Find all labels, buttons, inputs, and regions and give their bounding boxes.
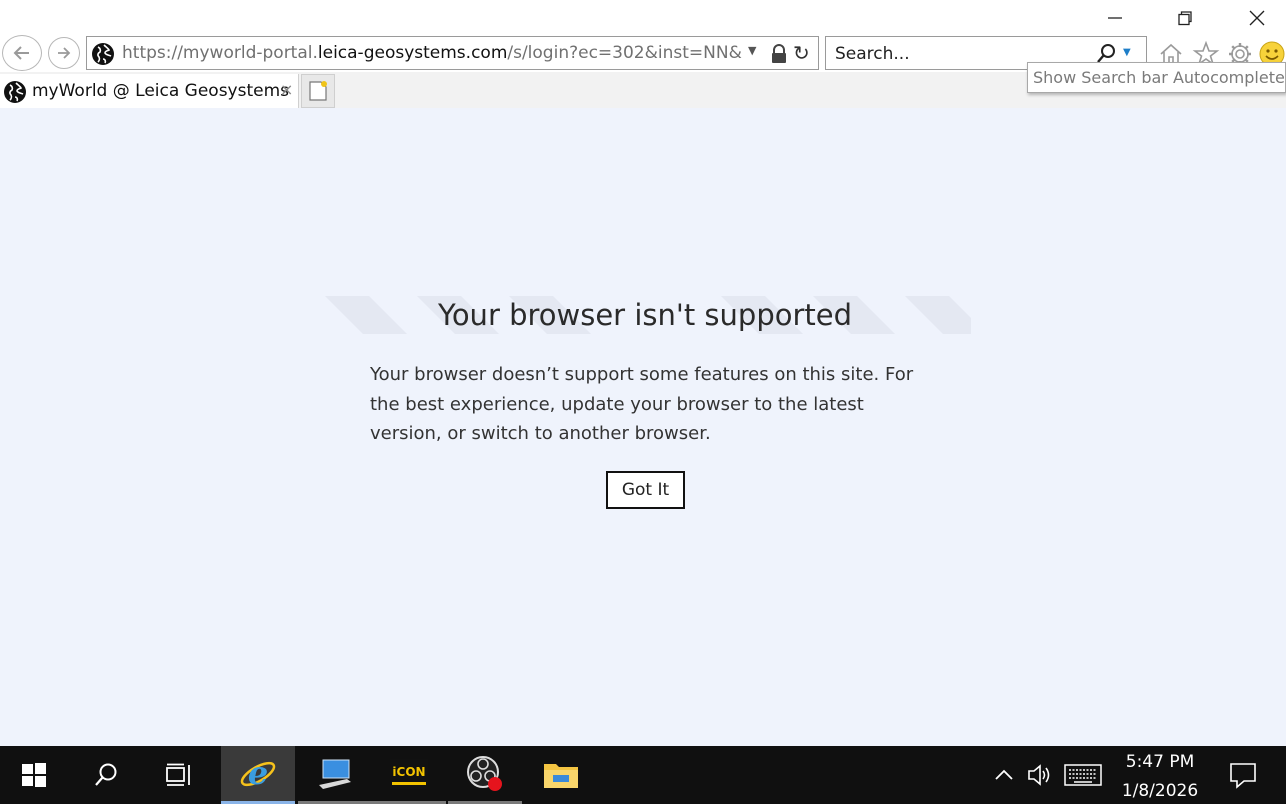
page-content: Your browser isn't supported Your browse…: [0, 108, 1286, 746]
restore-button[interactable]: [1162, 4, 1208, 32]
close-window-button[interactable]: [1234, 4, 1280, 32]
search-input[interactable]: Search...: [835, 44, 910, 64]
minimize-button[interactable]: [1092, 4, 1138, 32]
chevron-up-icon[interactable]: [992, 764, 1016, 786]
action-center-icon[interactable]: [1228, 760, 1258, 790]
new-tab-button[interactable]: [301, 74, 335, 108]
new-tab-icon: [309, 81, 327, 101]
arrow-right-icon: [58, 47, 71, 59]
search-icon: [95, 763, 117, 786]
tab-myworld[interactable]: myWorld @ Leica Geosystems ×: [0, 74, 299, 108]
back-button[interactable]: [2, 35, 42, 71]
file-explorer-taskbar-button[interactable]: [524, 746, 598, 804]
icon-app-taskbar-button[interactable]: iCON: [372, 746, 446, 804]
icon-app-icon: iCON: [390, 758, 428, 789]
minimize-icon: [1108, 17, 1122, 19]
search-dropdown-icon[interactable]: ▼: [1123, 47, 1131, 58]
task-view-button[interactable]: [145, 746, 213, 804]
forward-button[interactable]: [48, 37, 80, 69]
task-view-icon: [166, 763, 190, 786]
keyboard-icon[interactable]: [1064, 764, 1102, 786]
address-bar[interactable]: https://myworld-portal.leica-geosystems.…: [86, 36, 819, 70]
tab-close-icon[interactable]: ×: [280, 80, 293, 99]
globe-icon: [92, 43, 114, 65]
got-it-button[interactable]: Got It: [606, 471, 685, 509]
svg-text:iCON: iCON: [392, 765, 425, 779]
internet-explorer-icon: e: [240, 755, 276, 792]
taskbar-search-button[interactable]: [72, 746, 140, 804]
clock-date[interactable]: 1/8/2026: [1112, 781, 1208, 801]
windows-logo-icon: [22, 763, 46, 787]
taskbar: e iCON 5:47 PM 1/8/2026: [0, 746, 1286, 804]
start-button[interactable]: [0, 746, 68, 804]
clock-time[interactable]: 5:47 PM: [1112, 752, 1208, 772]
unsupported-browser-message: Your browser doesn’t support some featur…: [370, 364, 914, 444]
lock-icon[interactable]: [769, 44, 789, 64]
obs-recorder-taskbar-button[interactable]: [448, 746, 522, 804]
this-pc-icon: [319, 759, 351, 789]
close-icon: [1249, 10, 1265, 26]
internet-explorer-taskbar-button[interactable]: e: [221, 746, 295, 804]
restore-icon: [1178, 11, 1192, 26]
this-pc-taskbar-button[interactable]: [298, 746, 372, 804]
address-dropdown-icon[interactable]: ▼: [748, 44, 756, 57]
volume-icon[interactable]: [1026, 762, 1054, 788]
svg-text:e: e: [248, 755, 268, 792]
unsupported-browser-title: Your browser isn't supported: [437, 298, 853, 332]
globe-icon: [4, 81, 26, 103]
obs-recorder-icon: [467, 755, 502, 791]
window-title-bar: [0, 0, 1286, 36]
refresh-icon[interactable]: ↻: [793, 41, 810, 65]
address-url[interactable]: https://myworld-portal.leica-geosystems.…: [122, 43, 742, 63]
file-explorer-icon: [544, 764, 578, 788]
arrow-left-icon: [13, 46, 29, 60]
search-autocomplete-tooltip: Show Search bar Autocomplete: [1027, 62, 1286, 93]
tab-title: myWorld @ Leica Geosystems: [32, 81, 290, 101]
